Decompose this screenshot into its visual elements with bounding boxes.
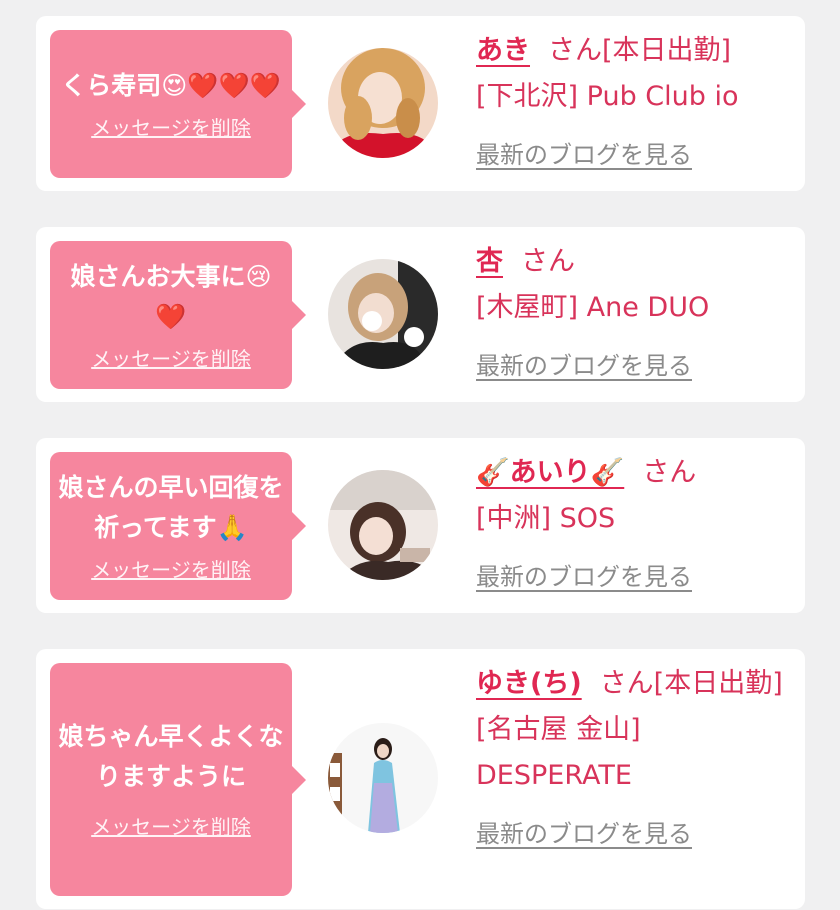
avatar[interactable] [328, 723, 438, 833]
store-label: [木屋町] Ane DUO [476, 292, 710, 323]
message-text: くら寿司😍❤️❤️❤️ [61, 70, 281, 100]
heart-eyes-emoji: 😍❤️❤️❤️ [161, 70, 281, 100]
latest-blog-link[interactable]: 最新のブログを見る [476, 820, 692, 848]
delete-message-button[interactable]: メッセージを削除 [91, 343, 251, 372]
latest-blog-link[interactable]: 最新のブログを見る [476, 563, 692, 591]
avatar-photo [328, 723, 438, 833]
store-label: [中洲] SOS [476, 503, 616, 534]
message-text: 娘さんお大事に😢❤️ [70, 261, 272, 331]
store-label: [名古屋 金山] DESPERATE [476, 714, 641, 791]
cast-name-link[interactable]: ゆき(ち) [476, 668, 582, 699]
avatar[interactable] [328, 48, 438, 158]
cast-name-link[interactable]: 杏 [476, 246, 503, 277]
message-bubble: くら寿司😍❤️❤️❤️ メッセージを削除 [50, 30, 306, 178]
message-text: 娘さんの早い回復を祈ってます🙏 [58, 472, 284, 542]
cast-info: 🎸あいり🎸 さん [中洲] SOS 最新のブログを見る [476, 450, 786, 600]
blog-row: 最新のブログを見る [476, 811, 786, 857]
honorific-label: さん [642, 457, 697, 488]
avatar[interactable] [328, 259, 438, 369]
latest-blog-link[interactable]: 最新のブログを見る [476, 141, 692, 169]
cast-name-row: ゆき(ち) さん[本日出勤] [476, 661, 786, 707]
avatar-photo [328, 470, 438, 580]
honorific-label: さん [521, 246, 575, 277]
message-bubble: 娘ちゃん早くよくなりますように メッセージを削除 [50, 663, 306, 896]
message-bubble: 娘さんお大事に😢❤️ メッセージを削除 [50, 241, 306, 389]
cast-name-row: 杏さん [476, 239, 786, 285]
message-card: くら寿司😍❤️❤️❤️ メッセージを削除 あき さん[本日出勤] [下北沢] Pu… [36, 16, 805, 191]
message-card: 娘さんお大事に😢❤️ メッセージを削除 杏さん [木屋町] Ane DUO 最新… [36, 227, 805, 402]
cast-info: 杏さん [木屋町] Ane DUO 最新のブログを見る [476, 239, 786, 389]
cast-name-row: あき さん[本日出勤] [476, 28, 786, 74]
blog-row: 最新のブログを見る [476, 554, 786, 600]
message-text: 娘ちゃん早くよくなりますように [58, 722, 284, 791]
delete-message-button[interactable]: メッセージを削除 [91, 811, 251, 840]
cast-name-row: 🎸あいり🎸 さん [476, 450, 786, 496]
blog-row: 最新のブログを見る [476, 343, 786, 389]
message-bubble: 娘さんの早い回復を祈ってます🙏 メッセージを削除 [50, 452, 306, 600]
cast-info: ゆき(ち) さん[本日出勤] [名古屋 金山] DESPERATE 最新のブログを… [476, 661, 786, 857]
blog-row: 最新のブログを見る [476, 132, 786, 178]
cast-name-link[interactable]: あき [476, 35, 530, 66]
message-card: 娘さんの早い回復を祈ってます🙏 メッセージを削除 🎸あいり🎸 さん [中洲] SO… [36, 438, 805, 613]
message-card: 娘ちゃん早くよくなりますように メッセージを削除 ゆき(ち) さん[本日出勤] [… [36, 649, 805, 909]
praying-hands-emoji: 🙏 [216, 512, 248, 542]
avatar-photo [328, 259, 438, 369]
honorific-label: さん[本日出勤] [599, 668, 783, 699]
delete-message-button[interactable]: メッセージを削除 [91, 112, 251, 141]
honorific-label: さん[本日出勤] [548, 35, 732, 66]
cast-info: あき さん[本日出勤] [下北沢] Pub Club io 最新のブログを見る [476, 28, 786, 178]
cast-name-link[interactable]: 🎸あいり🎸 [476, 457, 624, 488]
avatar-photo [328, 48, 438, 158]
store-label: [下北沢] Pub Club io [476, 81, 739, 112]
avatar[interactable] [328, 470, 438, 580]
latest-blog-link[interactable]: 最新のブログを見る [476, 352, 692, 380]
delete-message-button[interactable]: メッセージを削除 [91, 554, 251, 583]
